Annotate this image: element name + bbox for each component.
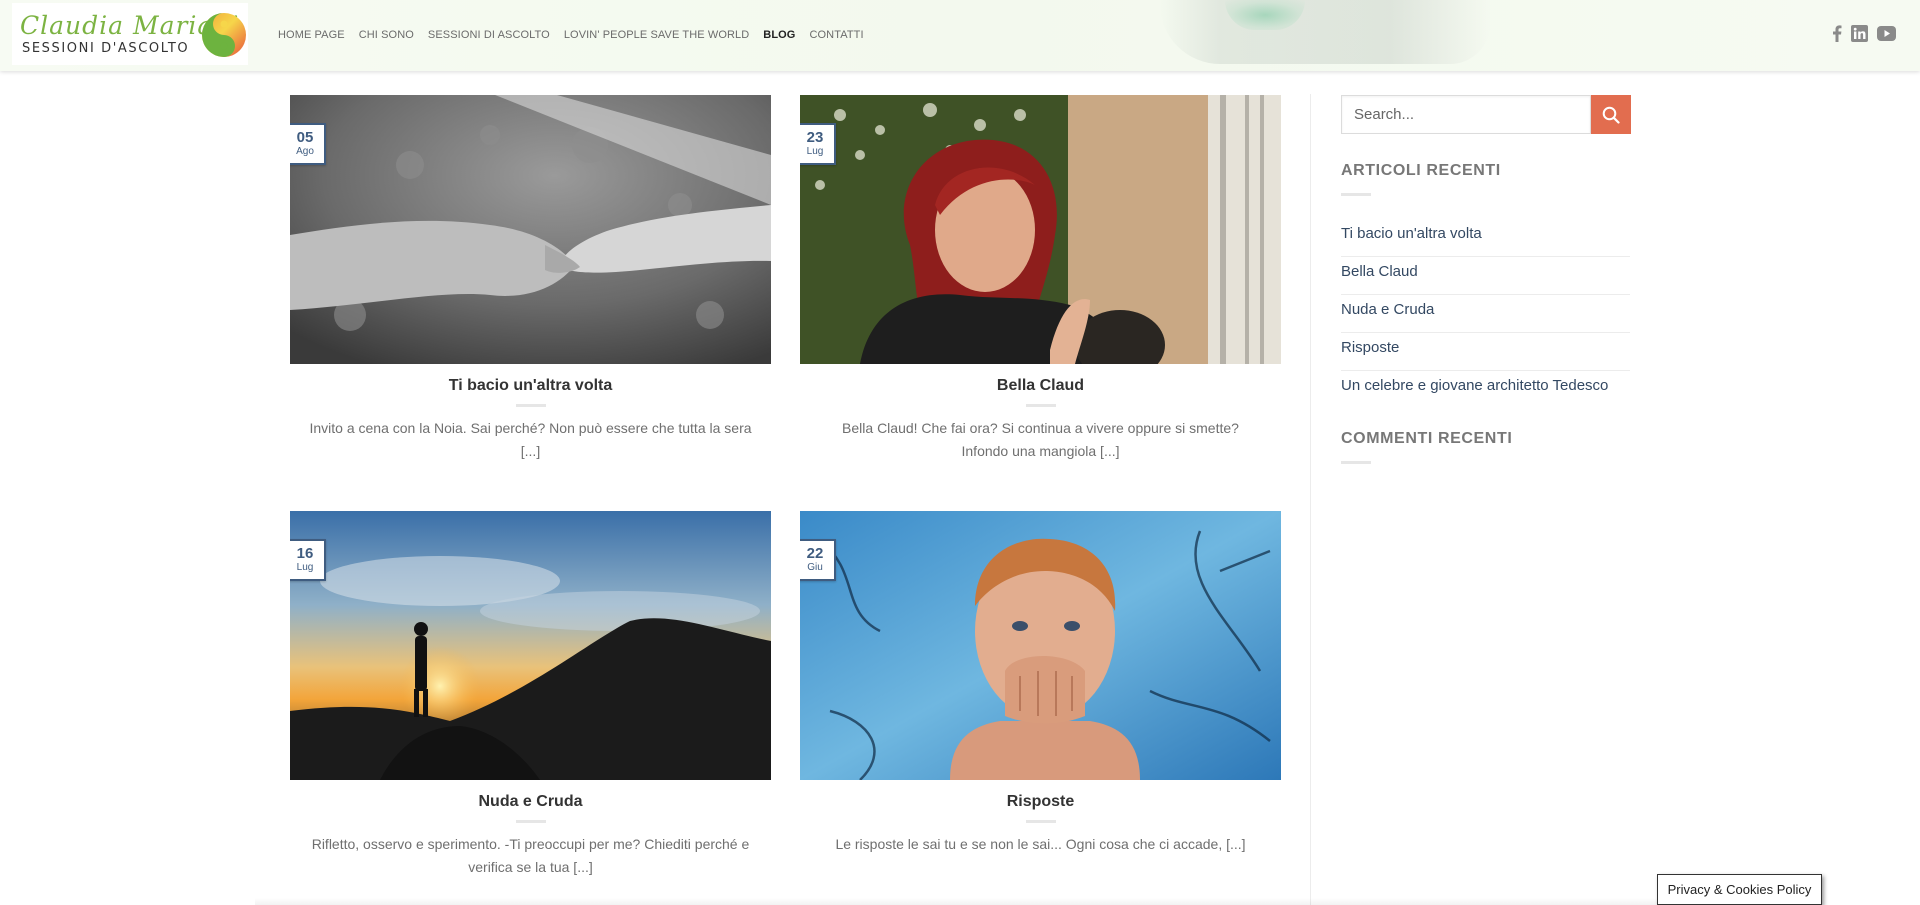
date-month: Ago [296,146,314,157]
recent-articles-title: ARTICOLI RECENTI [1341,162,1501,179]
post-card: 16 Lug Nuda e Cruda Rifletto, osservo e … [290,511,771,879]
recent-articles-list: Ti bacio un'altra volta Bella Claud Nuda… [1341,219,1630,409]
post-excerpt: Invito a cena con la Noia. Sai perché? N… [309,420,752,459]
yin-yang-logo-icon [202,13,246,57]
search-form [1341,95,1631,134]
post-title[interactable]: Bella Claud [800,377,1281,395]
date-month: Lug [806,146,824,157]
post-card: 05 Ago Ti bacio un'altra volta Invito a … [290,95,771,463]
post-image[interactable]: 22 Giu [800,511,1281,780]
post-card: 23 Lug Bella Claud Bella Claud! Che fai … [800,95,1281,463]
widget-divider [1341,461,1371,464]
site-logo[interactable]: Claudia Mariani SESSIONI D'ASCOLTO [12,3,248,65]
date-day: 22 [806,545,824,562]
recent-article-link[interactable]: Ti bacio un'altra volta [1341,219,1630,257]
date-badge: 05 Ago [290,123,326,165]
recent-comments-title: COMMENTI RECENTI [1341,430,1513,447]
post-divider [515,404,546,407]
holding-hands-image [290,95,771,364]
sunset-silhouette-image [290,511,771,780]
post-card: 22 Giu Risposte Le risposte le sai tu e … [800,511,1281,856]
logo-subtitle: SESSIONI D'ASCOLTO [22,41,190,56]
post-image[interactable]: 05 Ago [290,95,771,364]
date-badge: 23 Lug [800,123,836,165]
search-button[interactable] [1591,95,1631,134]
search-input[interactable] [1341,95,1591,134]
post-image[interactable]: 16 Lug [290,511,771,780]
nav-chi-sono[interactable]: CHI SONO [359,29,414,41]
date-badge: 16 Lug [290,539,326,581]
post-excerpt: Rifletto, osservo e sperimento. -Ti preo… [311,836,750,875]
main-nav: HOME PAGE CHI SONO SESSIONI DI ASCOLTO L… [278,29,864,41]
post-divider [515,820,546,823]
recent-article-link[interactable]: Nuda e Cruda [1341,295,1630,333]
date-day: 16 [296,545,314,562]
post-excerpt: Bella Claud! Che fai ora? Si continua a … [842,420,1239,459]
red-haired-woman-image [800,95,1281,364]
linkedin-icon[interactable] [1851,25,1868,47]
post-divider [1025,404,1056,407]
nav-sessioni-di-ascolto[interactable]: SESSIONI DI ASCOLTO [428,29,550,41]
cookie-policy-badge[interactable]: Privacy & Cookies Policy [1657,874,1822,905]
post-title[interactable]: Risposte [800,793,1281,811]
post-title[interactable]: Nuda e Cruda [290,793,771,811]
post-image[interactable]: 23 Lug [800,95,1281,364]
youtube-icon[interactable] [1877,26,1896,46]
post-excerpt: Le risposte le sai tu e se non le sai...… [835,836,1246,852]
search-icon [1602,106,1620,124]
date-day: 05 [296,129,314,146]
nav-contatti[interactable]: CONTATTI [809,29,863,41]
sidebar-divider [1310,94,1311,905]
recent-article-link[interactable]: Risposte [1341,333,1630,371]
date-day: 23 [806,129,824,146]
post-title[interactable]: Ti bacio un'altra volta [290,377,771,395]
date-month: Lug [296,562,314,573]
post-divider [1025,820,1056,823]
recent-article-link[interactable]: Un celebre e giovane architetto Tedesco [1341,371,1630,409]
man-blue-background-image [800,511,1281,780]
nav-lovin-people[interactable]: LOVIN' PEOPLE SAVE THE WORLD [564,29,749,41]
widget-divider [1341,193,1371,196]
date-badge: 22 Giu [800,539,836,581]
facebook-icon[interactable] [1832,25,1842,47]
nav-blog[interactable]: BLOG [763,29,795,41]
site-header: Claudia Mariani SESSIONI D'ASCOLTO HOME … [0,0,1920,71]
date-month: Giu [807,562,823,573]
nav-home-page[interactable]: HOME PAGE [278,29,345,41]
social-links [1832,25,1896,47]
content-bottom-shadow [255,898,1665,905]
recent-article-link[interactable]: Bella Claud [1341,257,1630,295]
header-background-decoration [1160,0,1490,64]
